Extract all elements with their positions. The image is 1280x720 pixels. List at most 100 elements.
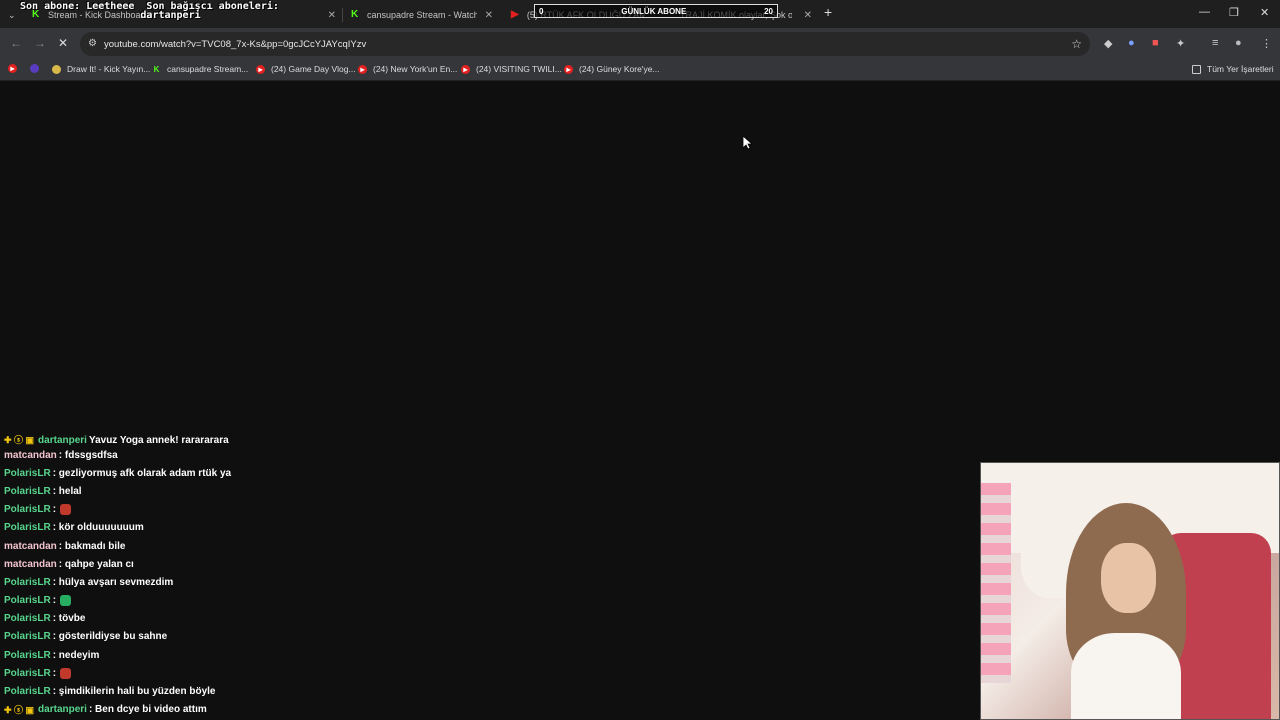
kick-icon: K: [351, 9, 359, 20]
url-text[interactable]: youtube.com/watch?v=TVC08_7x-Ks&pp=0gcJC…: [104, 39, 366, 50]
chat-username: PolarisLR: [4, 686, 51, 698]
chat-message: ✚ ⓢ ▣ dartanperi: Ben dcye bi video attım: [4, 701, 604, 719]
bookmark-item[interactable]: ▸ (24) Game Day Vlog...: [256, 64, 356, 74]
chat-message: PolarisLR: gezliyormuş afk olarak adam r…: [4, 464, 604, 482]
chat-username: PolarisLR: [4, 485, 51, 497]
chat-message: PolarisLR: nedeyim: [4, 646, 604, 664]
avatar[interactable]: ●: [1235, 37, 1242, 49]
chat-message: PolarisLR: şimdikilerin hali bu yüzden b…: [4, 682, 604, 700]
tab-cansupadre[interactable]: K cansupadre Stream - Watch Live ✕: [343, 4, 499, 26]
close-tab-icon[interactable]: ✕: [804, 10, 812, 21]
cam-face: [1101, 543, 1156, 613]
badge-icon: ✚ ⓢ ▣: [4, 705, 35, 716]
stream-alert-overlay: Son abone: Leetheee Son bağışcı aboneler…: [20, 2, 279, 21]
chat-message: PolarisLR:: [4, 501, 604, 519]
bookmark-item[interactable]: ▸ (24) Güney Kore'ye...: [564, 64, 660, 74]
chevron-down-icon: ⌄: [8, 9, 16, 20]
bookmark-item[interactable]: Kcansupadre Stream...: [152, 64, 249, 74]
chat-text: : nedeyim: [52, 649, 100, 661]
puzzle-icon[interactable]: ✦: [1176, 37, 1185, 50]
emote-icon: [60, 595, 72, 607]
bookmarks-bar: ▸ Draw It! - Kick Yayın... Kcansupadre S…: [0, 59, 1280, 81]
more-menu-icon[interactable]: ⋮: [1261, 37, 1272, 50]
address-bar[interactable]: ⚙ youtube.com/watch?v=TVC08_7x-Ks&pp=0gc…: [80, 32, 1090, 56]
bookmark-item[interactable]: Draw It! - Kick Yayın...: [52, 64, 150, 74]
minimize-button[interactable]: —: [1199, 6, 1210, 18]
chat-username: matcandan: [4, 540, 57, 552]
extension-icon[interactable]: ◆: [1104, 37, 1112, 50]
tab-search-button[interactable]: ⌄: [0, 4, 16, 26]
chat-message: PolarisLR: helal: [4, 482, 604, 500]
youtube-icon: ▸: [358, 64, 367, 74]
site-info-icon[interactable]: ⚙: [88, 38, 97, 49]
youtube-icon: ▶: [511, 9, 519, 20]
sub-goal-label: GÜNLÜK ABONE: [621, 6, 687, 16]
youtube-icon: ▸: [461, 64, 470, 74]
chat-message: matcandan: bakmadı bile: [4, 537, 604, 555]
chat-text: : hülya avşarı sevmezdim: [52, 576, 174, 588]
chat-text: : kör olduuuuuuum: [52, 522, 144, 534]
chat-username: PolarisLR: [4, 504, 51, 516]
extension-icon[interactable]: ■: [1152, 37, 1159, 49]
chat-text: :: [52, 595, 57, 607]
chat-message: PolarisLR: gösterildiyse bu sahne: [4, 628, 604, 646]
alert-line-2: dartanperi: [20, 10, 201, 21]
bookmark-item[interactable]: ▸: [8, 64, 23, 73]
chat-message: PolarisLR: kör olduuuuuuum: [4, 519, 604, 537]
chat-username: PolarisLR: [4, 649, 51, 661]
bookmark-item[interactable]: [30, 64, 45, 73]
chat-message: PolarisLR:: [4, 664, 604, 682]
chat-username: PolarisLR: [4, 667, 51, 679]
chat-username: dartanperi: [38, 435, 87, 446]
all-bookmarks[interactable]: Tüm Yer İşaretleri: [1192, 64, 1274, 74]
chat-text: : helal: [52, 485, 82, 497]
maximize-button[interactable]: ❐: [1229, 6, 1239, 19]
forward-arrow-icon[interactable]: →: [34, 36, 46, 50]
star-icon[interactable]: ☆: [1071, 37, 1082, 51]
chat-message: matcandan: fdssgsdfsa: [4, 446, 604, 464]
webcam-feed: [980, 462, 1280, 720]
sub-goal-target: 20: [764, 6, 773, 16]
bookmark-item[interactable]: ▸ (24) New York'un En...: [358, 64, 457, 74]
youtube-icon: ▸: [564, 64, 573, 74]
stop-loading-icon[interactable]: ✕: [58, 36, 68, 50]
close-tab-icon[interactable]: ✕: [328, 10, 336, 21]
extension-icon[interactable]: ●: [1128, 37, 1135, 49]
close-tab-icon[interactable]: ✕: [485, 10, 493, 21]
chat-text: : bakmadı bile: [58, 540, 126, 552]
cam-flowers: [981, 483, 1011, 683]
chat-message: PolarisLR: hülya avşarı sevmezdim: [4, 573, 604, 591]
chat-username: PolarisLR: [4, 613, 51, 625]
media-icon[interactable]: ≡: [1212, 37, 1218, 49]
kick-icon: K: [153, 64, 160, 74]
sub-goal-bar: 0 GÜNLÜK ABONE 20: [534, 4, 778, 18]
chat-message: matcandan: qahpe yalan cı: [4, 555, 604, 573]
chat-text: : qahpe yalan cı: [58, 558, 134, 570]
chat-username: PolarisLR: [4, 631, 51, 643]
mouse-cursor-icon: [743, 136, 753, 150]
chat-username: dartanperi: [38, 704, 87, 716]
cam-streamer: [1066, 503, 1186, 719]
bookmark-item[interactable]: ▸ (24) VISITING TWILI...: [461, 64, 562, 74]
cam-body: [1071, 633, 1181, 719]
chat-text: :: [52, 667, 57, 679]
chat-username: PolarisLR: [4, 522, 51, 534]
new-tab-button[interactable]: +: [824, 4, 832, 20]
close-window-button[interactable]: ✕: [1260, 6, 1269, 19]
youtube-icon: ▸: [256, 64, 265, 74]
youtube-icon: ▸: [8, 64, 17, 73]
chat-text: : gösterildiyse bu sahne: [52, 631, 168, 643]
chat-overlay: ✚ ⓢ ▣ dartanperi Yavuz Yoga annek! rararar…: [4, 434, 604, 719]
chat-text: : tövbe: [52, 613, 86, 625]
chat-text: : Ben dcye bi video attım: [88, 704, 207, 716]
chat-text: :: [52, 504, 57, 516]
sub-goal-current: 0: [539, 6, 544, 16]
chat-username: PolarisLR: [4, 595, 51, 607]
chat-message: ✚ ⓢ ▣ dartanperi Yavuz Yoga annek! rararar…: [4, 434, 604, 446]
emote-icon: [60, 504, 72, 516]
back-arrow-icon[interactable]: ←: [10, 36, 22, 50]
chat-text: : gezliyormuş afk olarak adam rtük ya: [52, 467, 232, 479]
chat-message: PolarisLR: tövbe: [4, 610, 604, 628]
badge-icon: ✚ ⓢ ▣: [4, 435, 35, 445]
chat-username: matcandan: [4, 449, 57, 461]
